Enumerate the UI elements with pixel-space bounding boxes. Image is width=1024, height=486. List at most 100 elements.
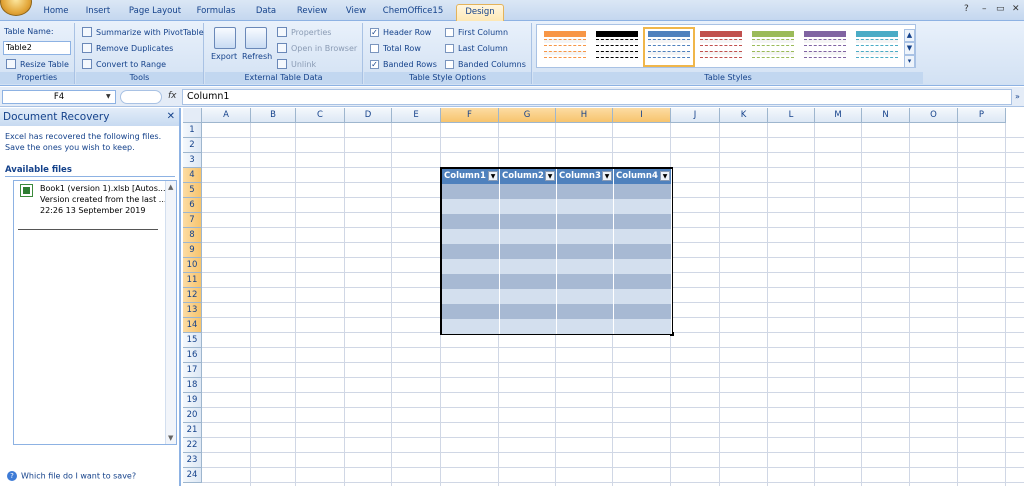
column-header-d[interactable]: D — [345, 108, 392, 123]
row-header-20[interactable]: 20 — [183, 408, 202, 423]
table-cell[interactable] — [442, 289, 500, 304]
table-style-swatch[interactable] — [541, 29, 589, 65]
row-header-23[interactable]: 23 — [183, 453, 202, 468]
gallery-more-icon[interactable]: ▾ — [904, 55, 915, 68]
table-cell[interactable] — [500, 274, 557, 289]
row-header-24[interactable]: 24 — [183, 468, 202, 483]
column-header-c[interactable]: C — [296, 108, 345, 123]
worksheet-grid[interactable]: A B C D E F G H I J K L M N O P 1 2 3 4 5 6 7 8 9 10 11 12 13 14 15 16 1… — [183, 108, 1024, 486]
row-header-13[interactable]: 13 — [183, 303, 202, 318]
table-cell[interactable] — [500, 214, 557, 229]
column-header-k[interactable]: K — [720, 108, 768, 123]
excel-table[interactable]: Column1 ▼ Column2 ▼ Column3 ▼ Column4 ▼ — [440, 167, 674, 336]
row-header-19[interactable]: 19 — [183, 393, 202, 408]
table-cell[interactable] — [614, 289, 672, 304]
table-header-cell[interactable]: Column2 ▼ — [500, 169, 557, 184]
table-cell[interactable] — [500, 304, 557, 319]
formula-bar-resize-handle[interactable] — [120, 90, 162, 104]
first-column-checkbox[interactable] — [445, 28, 454, 37]
last-column-checkbox[interactable] — [445, 44, 454, 53]
row-header-2[interactable]: 2 — [183, 138, 202, 153]
table-cell[interactable] — [500, 259, 557, 274]
table-name-input[interactable]: Table2 — [3, 41, 71, 55]
recovered-file-name[interactable]: Book1 (version 1).xlsb [Autos... — [40, 184, 166, 193]
table-cell[interactable] — [442, 244, 500, 259]
column-header-n[interactable]: N — [862, 108, 910, 123]
column-header-j[interactable]: J — [671, 108, 720, 123]
table-cell[interactable] — [500, 229, 557, 244]
row-header-4[interactable]: 4 — [183, 168, 202, 183]
row-header-14[interactable]: 14 — [183, 318, 202, 333]
table-cell[interactable] — [614, 199, 672, 214]
row-header-8[interactable]: 8 — [183, 228, 202, 243]
tab-page-layout[interactable]: Page Layout — [126, 4, 184, 21]
table-cell[interactable] — [557, 274, 614, 289]
table-cell[interactable] — [614, 214, 672, 229]
row-header-6[interactable]: 6 — [183, 198, 202, 213]
table-cell[interactable] — [442, 229, 500, 244]
summarize-pivot-button[interactable]: Summarize with PivotTable — [96, 28, 204, 37]
table-cell[interactable] — [557, 184, 614, 199]
row-header-1[interactable]: 1 — [183, 123, 202, 138]
column-header-h[interactable]: H — [556, 108, 613, 123]
fx-icon[interactable]: fx — [168, 91, 177, 101]
row-header-3[interactable]: 3 — [183, 153, 202, 168]
row-header-12[interactable]: 12 — [183, 288, 202, 303]
filter-dropdown-icon[interactable]: ▼ — [545, 171, 555, 181]
column-header-o[interactable]: O — [910, 108, 958, 123]
tab-design[interactable]: Design — [456, 4, 504, 21]
which-file-help-link[interactable]: ? Which file do I want to save? — [7, 471, 136, 481]
unlink-button[interactable]: Unlink — [291, 60, 316, 69]
filter-dropdown-icon[interactable]: ▼ — [602, 171, 612, 181]
help-link-text[interactable]: Which file do I want to save? — [21, 472, 136, 481]
filter-dropdown-icon[interactable]: ▼ — [488, 171, 498, 181]
table-cell[interactable] — [500, 319, 557, 334]
list-scrollbar[interactable]: ▲ ▼ — [165, 181, 176, 444]
table-cell[interactable] — [557, 304, 614, 319]
table-header-cell[interactable]: Column3 ▼ — [557, 169, 614, 184]
table-cell[interactable] — [614, 244, 672, 259]
column-header-e[interactable]: E — [392, 108, 441, 123]
help-icon[interactable]: ? — [964, 4, 969, 16]
resize-table-button[interactable]: Resize Table — [20, 60, 69, 69]
table-cell[interactable] — [500, 184, 557, 199]
column-header-g[interactable]: G — [499, 108, 556, 123]
table-cell[interactable] — [557, 229, 614, 244]
convert-to-range-button[interactable]: Convert to Range — [96, 60, 166, 69]
row-header-10[interactable]: 10 — [183, 258, 202, 273]
table-header-cell[interactable]: Column1 ▼ — [442, 169, 500, 184]
table-header-cell[interactable]: Column4 ▼ — [614, 169, 672, 184]
remove-duplicates-button[interactable]: Remove Duplicates — [96, 44, 173, 53]
tab-formulas[interactable]: Formulas — [194, 4, 238, 21]
gallery-scroll[interactable]: ▲ ▼ ▾ — [904, 29, 915, 69]
table-cell[interactable] — [500, 244, 557, 259]
restore-icon[interactable]: ▭ — [996, 4, 1005, 16]
name-box[interactable]: F4 — [2, 90, 116, 104]
table-style-swatch[interactable] — [801, 29, 849, 65]
banded-columns-checkbox[interactable] — [445, 60, 454, 69]
table-cell[interactable] — [614, 304, 672, 319]
row-header-16[interactable]: 16 — [183, 348, 202, 363]
table-style-swatch[interactable] — [749, 29, 797, 65]
table-cell[interactable] — [442, 304, 500, 319]
gallery-up-icon[interactable]: ▲ — [904, 29, 915, 42]
export-button[interactable]: Export — [211, 52, 237, 61]
table-cell[interactable] — [614, 274, 672, 289]
row-header-5[interactable]: 5 — [183, 183, 202, 198]
row-header-17[interactable]: 17 — [183, 363, 202, 378]
tab-chemoffice15[interactable]: ChemOffice15 — [380, 4, 446, 21]
header-row-checkbox[interactable]: ✓ — [370, 28, 379, 37]
tab-view[interactable]: View — [340, 4, 372, 21]
row-header-11[interactable]: 11 — [183, 273, 202, 288]
table-cell[interactable] — [442, 274, 500, 289]
office-button[interactable] — [0, 0, 32, 16]
column-header-b[interactable]: B — [251, 108, 296, 123]
table-style-swatch[interactable] — [643, 27, 695, 67]
table-cell[interactable] — [614, 229, 672, 244]
scroll-up-icon[interactable]: ▲ — [168, 183, 173, 191]
filter-dropdown-icon[interactable]: ▼ — [660, 171, 670, 181]
table-cell[interactable] — [442, 184, 500, 199]
table-cell[interactable] — [557, 244, 614, 259]
minimize-icon[interactable]: – — [982, 4, 987, 16]
select-all-corner[interactable] — [183, 108, 202, 123]
